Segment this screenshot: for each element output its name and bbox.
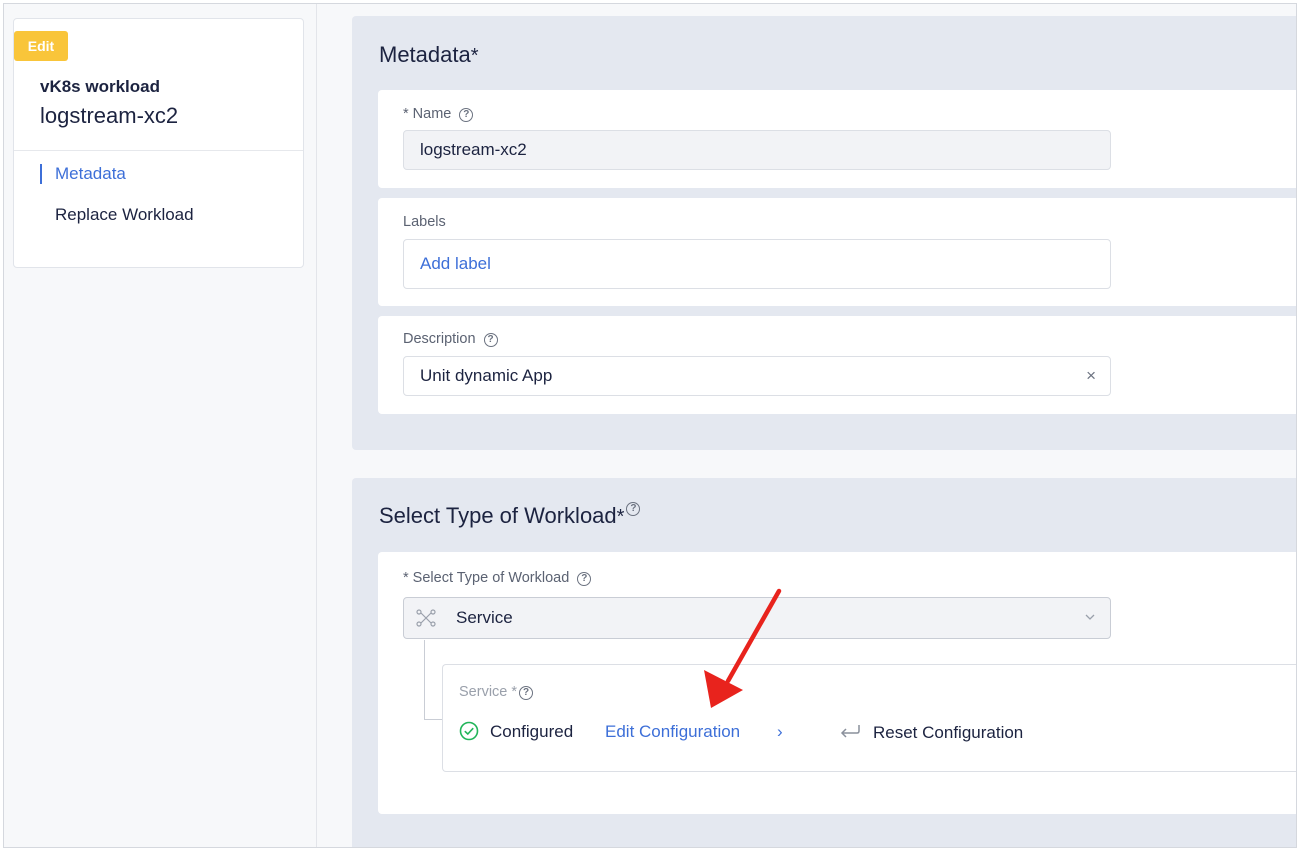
workload-type-section: Select Type of Workload*? * Select Type … bbox=[352, 478, 1296, 847]
nav-item-replace-workload[interactable]: Replace Workload bbox=[40, 205, 194, 225]
object-type: vK8s workload bbox=[40, 77, 160, 96]
name-input[interactable]: logstream-xc2 bbox=[403, 130, 1111, 170]
required-mark: * bbox=[470, 45, 479, 67]
description-value: Unit dynamic App bbox=[420, 366, 553, 385]
metadata-title-text: Metadata bbox=[379, 42, 471, 67]
description-input[interactable]: Unit dynamic App × bbox=[403, 356, 1111, 396]
workload-type-label-text: * Select Type of Workload bbox=[403, 570, 570, 586]
configured-status: Configured bbox=[490, 722, 574, 741]
name-label: * Name? bbox=[403, 106, 474, 122]
name-label-text: * Name bbox=[403, 106, 452, 122]
help-icon[interactable]: ? bbox=[626, 502, 641, 516]
description-card: Description? Unit dynamic App × bbox=[378, 316, 1296, 414]
help-icon[interactable]: ? bbox=[459, 108, 474, 122]
workload-type-title-text: Select Type of Workload bbox=[379, 503, 617, 528]
metadata-section: Metadata* * Name? logstream-xc2 Labels A… bbox=[352, 16, 1296, 450]
edit-badge: Edit bbox=[14, 31, 68, 61]
name-card: * Name? logstream-xc2 bbox=[378, 90, 1296, 188]
workload-type-card: * Select Type of Workload? Service Servi… bbox=[378, 552, 1296, 814]
help-icon[interactable]: ? bbox=[577, 572, 592, 586]
description-label-text: Description bbox=[403, 331, 476, 347]
object-name: logstream-xc2 bbox=[40, 103, 179, 128]
labels-label: Labels bbox=[403, 214, 446, 230]
chevron-down-icon bbox=[1085, 614, 1095, 620]
tree-connector bbox=[424, 640, 442, 720]
check-circle-icon bbox=[459, 721, 479, 741]
metadata-section-title: Metadata* bbox=[379, 42, 479, 68]
workload-type-section-title: Select Type of Workload*? bbox=[379, 502, 641, 529]
service-topology-icon bbox=[416, 609, 436, 627]
workload-type-value: Service bbox=[456, 608, 513, 627]
nav-item-metadata[interactable]: Metadata bbox=[40, 164, 126, 184]
service-config-card: Service *? Configured Edit Configuration… bbox=[442, 664, 1296, 772]
workload-type-label: * Select Type of Workload? bbox=[403, 570, 592, 586]
edit-configuration-link[interactable]: Edit Configuration bbox=[605, 722, 740, 742]
service-label: Service *? bbox=[459, 684, 534, 700]
required-mark: * bbox=[616, 506, 625, 528]
clear-icon[interactable]: × bbox=[1086, 357, 1096, 395]
description-label: Description? bbox=[403, 331, 498, 347]
chevron-right-icon[interactable]: › bbox=[777, 722, 783, 742]
nav-card: Edit vK8s workload logstream-xc2 Metadat… bbox=[13, 18, 304, 268]
reset-icon[interactable] bbox=[839, 722, 861, 740]
add-label-link[interactable]: Add label bbox=[420, 254, 491, 273]
help-icon[interactable]: ? bbox=[519, 686, 534, 700]
help-icon[interactable]: ? bbox=[483, 333, 498, 347]
labels-input[interactable]: Add label bbox=[403, 239, 1111, 289]
nav-divider bbox=[14, 150, 303, 151]
service-status-row: Configured Edit Configuration › Reset Co… bbox=[459, 721, 1159, 745]
app-window: Edit vK8s workload logstream-xc2 Metadat… bbox=[3, 3, 1297, 848]
reset-configuration-button[interactable]: Reset Configuration bbox=[873, 723, 1023, 743]
labels-card: Labels Add label bbox=[378, 198, 1296, 306]
left-nav: Edit vK8s workload logstream-xc2 Metadat… bbox=[4, 4, 317, 847]
workload-type-select[interactable]: Service bbox=[403, 597, 1111, 639]
service-label-text: Service * bbox=[459, 684, 518, 700]
